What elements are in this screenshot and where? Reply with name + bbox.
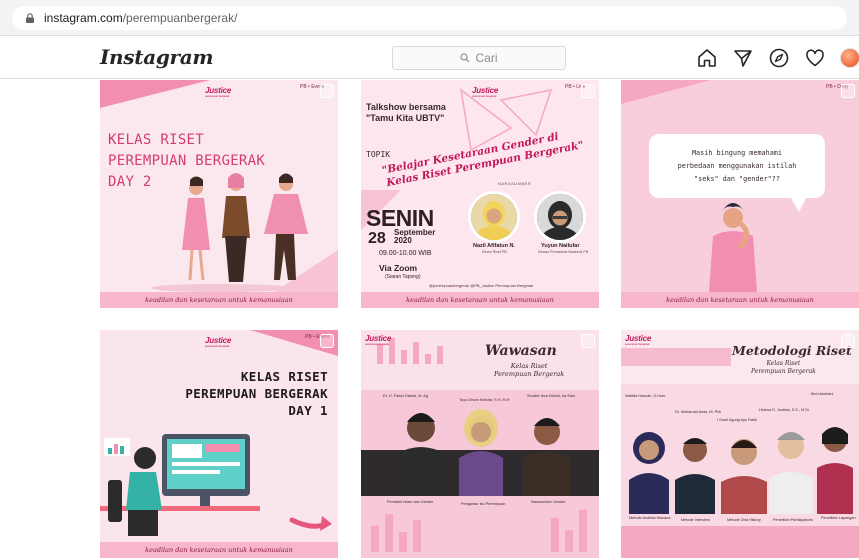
url-field[interactable]: instagram.com/perempuanbergerak/ <box>12 6 847 30</box>
speaker-name: Wabilla Hasnah, S.Hum. <box>625 394 667 398</box>
speaker-name: I Gusti Agung Ayu Ratih <box>717 418 758 422</box>
select-checkbox[interactable] <box>581 84 595 98</box>
post-4-illustration <box>100 330 338 536</box>
speaker-role: Narasumber Gender <box>531 500 566 504</box>
speaker-role: Metode Oral History <box>727 518 761 522</box>
speaker-role: Penelitian Partisipatoris <box>773 518 813 522</box>
search-input[interactable]: Cari <box>392 46 566 70</box>
instagram-logo[interactable]: Instagram <box>100 45 214 69</box>
event-date: 28 <box>368 230 386 247</box>
narasumber-label: NARASUMBER <box>498 181 532 186</box>
speaker-role: Pengantar Isu Perempuan <box>461 502 506 506</box>
speaker-role: Pemateri Islam dan Gender <box>387 500 434 504</box>
justice-logo: Justice perempuan bergerak <box>472 86 499 98</box>
browser-address-bar: instagram.com/perempuanbergerak/ <box>0 0 859 36</box>
question-bubble: Masih bingung memahami perbedaan menggun… <box>649 134 825 198</box>
select-checkbox[interactable] <box>320 84 334 98</box>
post-title: Wawasan <box>485 343 557 359</box>
post-1-illustration <box>100 80 338 308</box>
speaker-name: Yuyun Nailufar <box>541 243 580 249</box>
post-kelas-riset-day-2[interactable]: Justice perempuan bergerak PB • Event KEL… <box>100 80 338 308</box>
justice-logo: Justice perempuan bergerak <box>205 336 232 348</box>
justice-logo: Justice perempuan bergerak <box>365 334 392 346</box>
lock-icon <box>24 12 36 24</box>
post-footer-tagline: keadilan dan kesetaraan untuk kemanusiaa… <box>100 542 338 558</box>
search-icon <box>460 53 470 63</box>
post-title: KELAS RISET PEREMPUAN BERGERAK DAY 2 <box>108 132 266 190</box>
event-month-year: September 2020 <box>394 228 436 245</box>
post-seks-dan-gender[interactable]: PB • Daily Masih bingung memahami perbed… <box>621 80 859 308</box>
select-checkbox[interactable] <box>841 334 855 348</box>
speaker-role: Devisi Riset PB <box>482 250 507 254</box>
activity-heart-icon[interactable] <box>804 47 826 69</box>
home-icon[interactable] <box>696 47 718 69</box>
speaker-name: Helena D. Justicia, S.S., M.Si <box>759 408 809 412</box>
topic-label: TOPIK <box>366 150 391 159</box>
post-metodologi-riset[interactable]: Justice perempuan bergerak Metodologi Ris… <box>621 330 859 558</box>
event-time: 09.00-10.00 WIB <box>379 250 432 257</box>
post-footer-tagline: keadilan dan kesetaraan untuk kemanusiaa… <box>100 292 338 308</box>
explore-icon[interactable] <box>768 47 790 69</box>
event-platform: Via Zoom <box>379 263 418 273</box>
post-title: KELAS RISET PEREMPUAN BERGERAK DAY 1 <box>185 369 328 418</box>
speaker-role: Dewan Penasehat Nasional PB <box>538 250 589 254</box>
post-subtitle: Kelas Riset Perempuan Bergerak <box>494 362 565 378</box>
post-6-decoration <box>621 330 859 558</box>
speaker-name: Beni Andriani <box>811 392 834 396</box>
speaker-role: Metode Interview <box>681 518 710 522</box>
direct-message-icon[interactable] <box>732 47 754 69</box>
profile-avatar[interactable] <box>840 48 859 68</box>
speaker-photo-nazil <box>471 194 517 240</box>
speaker-name: Dr. Mohamad Anas, M. Phil <box>675 410 722 414</box>
speaker-name: Shofwe Ikva Hamdi, Ira Sam <box>527 394 576 398</box>
speaker-photo-yuyun <box>537 194 583 240</box>
search-placeholder: Cari <box>475 51 498 65</box>
speaker-role: Metode Analisis Wacana <box>629 516 671 520</box>
post-title: Metodologi Riset <box>732 343 852 358</box>
post-talkshow-senin[interactable]: Justice perempuan bergerak PB • Live Talk… <box>361 80 599 308</box>
talkshow-heading: Talkshow bersama "Tamu Kita UBTV" <box>366 102 446 123</box>
select-checkbox[interactable] <box>841 84 855 98</box>
select-checkbox[interactable] <box>581 334 595 348</box>
speaker-role: Penelitian Lapangan <box>821 516 856 520</box>
instagram-header: Instagram Cari <box>0 37 859 79</box>
url-path: /perempuanbergerak/ <box>122 11 238 25</box>
post-footer-tagline: keadilan dan kesetaraan untuk kemanusiaa… <box>621 292 859 308</box>
justice-logo: Justice perempuan bergerak <box>625 334 652 346</box>
post-kelas-riset-day-1[interactable]: Justice perempuan bergerak PB • Event KEL… <box>100 330 338 558</box>
event-note: (Siaran Tapong) <box>385 274 421 280</box>
header-nav <box>696 47 859 69</box>
url-host: instagram.com <box>44 11 123 25</box>
justice-logo: Justice perempuan bergerak <box>205 86 232 98</box>
speaker-name: Nazil Afifatun N. <box>473 243 515 249</box>
post-footer-tagline: keadilan dan kesetaraan untuk kemanusiaa… <box>361 292 599 308</box>
social-handles: @perempuanbergerak @PB_Justice Perempuan… <box>429 283 534 288</box>
speaker-name: Tuyu Dhora Hafufar, S.H, M.H <box>459 398 510 402</box>
post-subtitle: Kelas Riset Perempuan Bergerak <box>751 360 816 375</box>
select-checkbox[interactable] <box>320 334 334 348</box>
post-wawasan[interactable]: Justice perempuan bergerak Wawasan Kelas … <box>361 330 599 558</box>
speaker-name: Dr. H. Faisol Fatawi, M. Ag <box>383 394 428 398</box>
